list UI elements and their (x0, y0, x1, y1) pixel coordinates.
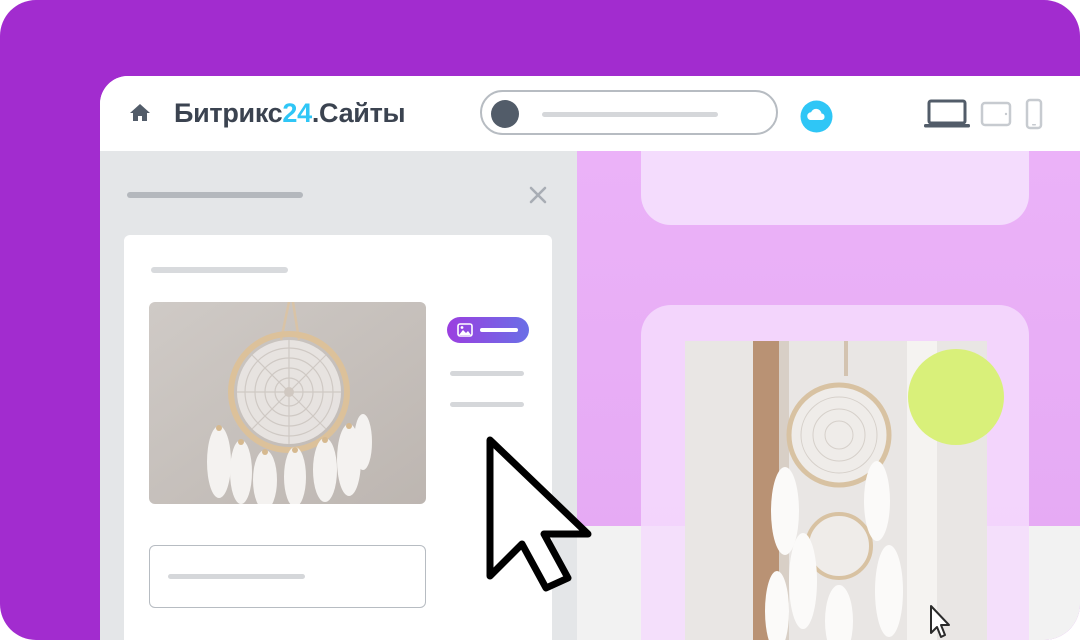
option-placeholder-1 (450, 371, 524, 376)
home-icon[interactable] (128, 101, 152, 125)
top-bar: Битрикс24.Сайты (100, 76, 1080, 151)
search-placeholder-line (542, 112, 718, 117)
panel-title-placeholder (127, 192, 303, 198)
avatar-dot (491, 100, 519, 128)
search-bar[interactable] (480, 90, 778, 135)
dreamcatcher-photo (149, 302, 426, 504)
text-input[interactable] (149, 545, 426, 608)
image-thumbnail[interactable] (149, 302, 426, 504)
input-placeholder-line (168, 574, 305, 579)
tablet-icon[interactable] (980, 98, 1012, 130)
stage: Битрикс24.Сайты (0, 0, 1080, 640)
change-image-button[interactable] (447, 317, 529, 343)
cloud-icon[interactable] (800, 100, 833, 133)
brand-logo[interactable]: Битрикс24.Сайты (174, 96, 406, 130)
chip-label-placeholder (480, 328, 518, 332)
site-preview (577, 151, 1080, 640)
pointer-cursor-icon (486, 436, 592, 592)
brand-product: .Сайты (311, 98, 406, 128)
mobile-icon[interactable] (1024, 98, 1044, 130)
brand-name: Битрикс (174, 98, 283, 128)
brand-number: 24 (282, 98, 312, 128)
card-title-placeholder (151, 267, 288, 273)
preview-canvas (577, 151, 1080, 640)
close-icon[interactable] (528, 185, 548, 205)
option-placeholder-2 (450, 402, 524, 407)
desktop-icon[interactable] (924, 98, 970, 130)
image-icon (457, 323, 473, 337)
